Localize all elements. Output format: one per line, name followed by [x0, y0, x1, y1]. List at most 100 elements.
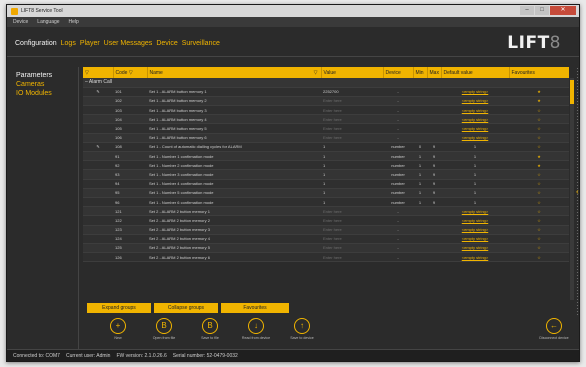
- favourite-star-icon[interactable]: ☆: [509, 179, 569, 189]
- edit-icon[interactable]: [83, 123, 113, 134]
- table-row[interactable]: 104 Set 1 - ALARM button memory 4 Enter he…: [83, 114, 569, 125]
- favourite-star-icon[interactable]: ☆: [509, 243, 569, 254]
- table-row[interactable]: ✎ 108 Set 1 - Count of automatic dialling …: [83, 142, 569, 153]
- table-row[interactable]: 91 Set 1 - Number 1 confirmation mode 1 num…: [83, 151, 569, 162]
- column-header-max[interactable]: Max: [427, 67, 442, 78]
- column-header-min[interactable]: Min: [413, 67, 428, 78]
- cell-value[interactable]: Enter here: [321, 133, 383, 143]
- cell-value[interactable]: Enter here: [321, 206, 383, 217]
- cell-value[interactable]: Enter here: [321, 105, 383, 116]
- cell-value[interactable]: Enter here: [321, 114, 383, 125]
- expand-groups-button[interactable]: Expand groups: [87, 303, 151, 313]
- nav-parameters[interactable]: Parameters: [16, 71, 78, 80]
- column-header-filter[interactable]: ▽: [83, 67, 114, 78]
- cell-value[interactable]: Enter here: [321, 215, 383, 226]
- edit-icon[interactable]: [83, 151, 113, 162]
- maximize-icon[interactable]: □: [535, 6, 549, 15]
- edit-icon[interactable]: [83, 243, 113, 254]
- column-header-value[interactable]: Value: [321, 67, 384, 78]
- minimize-icon[interactable]: –: [520, 6, 534, 15]
- table-row[interactable]: 105 Set 1 - ALARM button memory 5 Enter he…: [83, 123, 569, 134]
- favourites-button[interactable]: Favourites: [221, 303, 289, 313]
- cell-value[interactable]: 1: [321, 197, 383, 208]
- filter-icon[interactable]: ▽: [129, 70, 133, 76]
- column-header-default[interactable]: Default value: [441, 67, 510, 78]
- column-header-favourites[interactable]: Favourites: [509, 67, 569, 78]
- table-row[interactable]: 103 Set 1 - ALARM button memory 3 Enter he…: [83, 105, 569, 116]
- edit-icon[interactable]: [83, 105, 113, 116]
- disconnect-device-button[interactable]: ← Disconnect device: [531, 318, 577, 340]
- favourite-star-icon[interactable]: ☆: [509, 215, 569, 226]
- open-from-file-button[interactable]: B Open from file: [141, 318, 187, 340]
- cell-value[interactable]: Enter here: [321, 123, 383, 134]
- cell-value[interactable]: 1: [321, 142, 383, 153]
- favourite-star-icon[interactable]: ☆: [509, 206, 569, 217]
- table-row[interactable]: ✎ 101 Set 1 - ALARM button memory 1 2252700…: [83, 87, 569, 97]
- tab-configuration[interactable]: Configuration: [15, 40, 57, 47]
- filter-icon[interactable]: ▽: [85, 70, 89, 76]
- read-from-device-button[interactable]: ↓ Read from device: [233, 318, 279, 340]
- nav-cameras[interactable]: Cameras: [16, 80, 78, 89]
- favourite-star-icon[interactable]: ☆: [509, 169, 569, 180]
- favourite-star-icon[interactable]: ☆: [509, 123, 569, 134]
- menu-help[interactable]: Help: [69, 19, 79, 25]
- tab-surveillance[interactable]: Surveillance: [182, 40, 220, 47]
- table-row[interactable]: 95 Set 1 - Number 5 confirmation mode 1 num…: [83, 188, 569, 198]
- tab-device[interactable]: Device: [156, 40, 177, 47]
- cell-value[interactable]: 1: [321, 151, 383, 162]
- save-to-device-button[interactable]: ↑ Save to device: [279, 318, 325, 340]
- edit-icon[interactable]: ✎: [83, 142, 113, 153]
- table-row[interactable]: 94 Set 1 - Number 4 confirmation mode 1 num…: [83, 179, 569, 189]
- cell-value[interactable]: 1: [321, 188, 383, 198]
- edit-icon[interactable]: [83, 169, 113, 180]
- nav-io-modules[interactable]: IO Modules: [16, 89, 78, 98]
- vertical-scrollbar[interactable]: [570, 78, 574, 300]
- menu-language[interactable]: Language: [37, 19, 59, 25]
- tab-user-messages[interactable]: User Messages: [104, 40, 153, 47]
- edit-icon[interactable]: [83, 96, 113, 107]
- group-row[interactable]: – Alarm Call: [83, 78, 569, 88]
- close-icon[interactable]: ✕: [550, 6, 576, 15]
- cell-value[interactable]: Enter here: [321, 234, 383, 244]
- edit-icon[interactable]: ✎: [83, 87, 113, 97]
- table-row[interactable]: 125 Set 2 - ALARM 2 button memory 5 Enter …: [83, 243, 569, 254]
- filter-icon[interactable]: ▽: [314, 70, 318, 76]
- cell-value[interactable]: 2252700: [321, 87, 383, 97]
- edit-icon[interactable]: [83, 188, 113, 198]
- table-row[interactable]: 126 Set 2 - ALARM 2 button memory 6 Enter …: [83, 252, 569, 263]
- favourite-star-icon[interactable]: ★: [509, 160, 569, 171]
- favourite-star-icon[interactable]: ☆: [509, 234, 569, 244]
- table-row[interactable]: 124 Set 2 - ALARM 2 button memory 4 Enter …: [83, 234, 569, 244]
- favourite-star-icon[interactable]: ☆: [509, 252, 569, 263]
- favourite-star-icon[interactable]: ☆: [509, 188, 569, 198]
- cell-value[interactable]: Enter here: [321, 225, 383, 235]
- column-header-name[interactable]: Name ▽: [147, 67, 322, 78]
- edit-icon[interactable]: [83, 179, 113, 189]
- table-row[interactable]: 122 Set 2 - ALARM 2 button memory 2 Enter …: [83, 215, 569, 226]
- cell-value[interactable]: 1: [321, 179, 383, 189]
- favourite-star-icon[interactable]: ★: [509, 151, 569, 162]
- cell-value[interactable]: Enter here: [321, 96, 383, 107]
- table-row[interactable]: 121 Set 2 - ALARM 2 button memory 1 Enter …: [83, 206, 569, 217]
- edit-icon[interactable]: [83, 206, 113, 217]
- table-row[interactable]: 123 Set 2 - ALARM 2 button memory 3 Enter …: [83, 225, 569, 235]
- column-header-device[interactable]: Device: [383, 67, 414, 78]
- edit-icon[interactable]: [83, 114, 113, 125]
- table-row[interactable]: 106 Set 1 - ALARM button memory 6 Enter he…: [83, 133, 569, 143]
- cell-value[interactable]: 1: [321, 169, 383, 180]
- table-row[interactable]: 93 Set 1 - Number 3 confirmation mode 1 num…: [83, 169, 569, 180]
- table-row[interactable]: 102 Set 1 - ALARM button memory 2 Enter he…: [83, 96, 569, 107]
- column-header-code[interactable]: Code ▽: [113, 67, 148, 78]
- edit-icon[interactable]: [83, 133, 113, 143]
- favourite-star-icon[interactable]: ☆: [509, 133, 569, 143]
- collapse-icon[interactable]: –: [85, 79, 88, 85]
- cell-value[interactable]: 1: [321, 160, 383, 171]
- table-row[interactable]: 92 Set 1 - Number 2 confirmation mode 1 num…: [83, 160, 569, 171]
- tab-logs[interactable]: Logs: [61, 40, 76, 47]
- edit-icon[interactable]: [83, 252, 113, 263]
- scrollbar-thumb[interactable]: [570, 80, 574, 104]
- favourite-star-icon[interactable]: ☆: [509, 105, 569, 116]
- table-row[interactable]: 96 Set 1 - Number 6 confirmation mode 1 num…: [83, 197, 569, 208]
- cell-value[interactable]: Enter here: [321, 252, 383, 263]
- tab-player[interactable]: Player: [80, 40, 100, 47]
